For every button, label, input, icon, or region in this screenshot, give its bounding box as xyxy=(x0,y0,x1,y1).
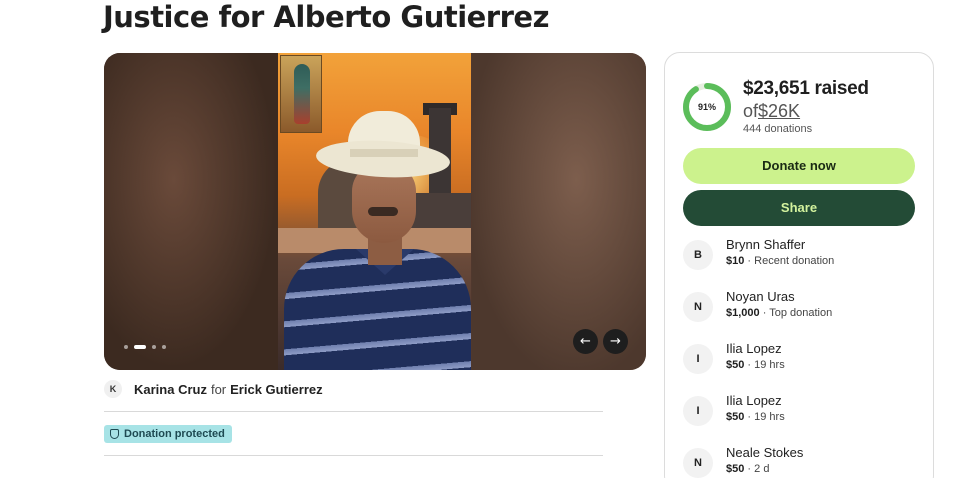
donation-protected-badge[interactable]: Donation protected xyxy=(104,425,232,443)
donation-note: 2 d xyxy=(754,463,770,475)
donor-avatar: I xyxy=(683,344,713,374)
donate-now-button[interactable]: Donate now xyxy=(683,148,915,184)
donor-name: Noyan Uras xyxy=(726,289,795,304)
divider xyxy=(104,411,603,412)
donation-amount: $10 xyxy=(726,255,745,267)
donation-list-item: B Brynn Shaffer $10 · Recent donation xyxy=(683,236,834,270)
shield-icon xyxy=(110,429,119,439)
carousel-dot-active[interactable] xyxy=(134,345,146,349)
donation-sidebar: 91% $23,651 raised of$26K 444 donations … xyxy=(664,52,934,478)
donation-list-item: N Noyan Uras $1,000 · Top donation xyxy=(683,288,832,322)
donor-avatar: N xyxy=(683,448,713,478)
photo-blur-background-left xyxy=(104,53,278,370)
carousel-dot[interactable] xyxy=(152,345,156,349)
goal-prefix: of xyxy=(743,101,759,121)
carousel-prev-button[interactable]: ← xyxy=(573,329,598,354)
arrow-right-icon: → xyxy=(610,334,621,349)
donor-name: Neale Stokes xyxy=(726,445,804,460)
donation-amount: $50 xyxy=(726,359,745,371)
donor-avatar: I xyxy=(683,396,713,426)
goal-amount[interactable]: $26K xyxy=(758,101,800,121)
donation-note: 19 hrs xyxy=(754,411,785,423)
donor-avatar: B xyxy=(683,240,713,270)
donation-count[interactable]: 444 donations xyxy=(743,123,812,135)
donor-name: Brynn Shaffer xyxy=(726,237,806,252)
page-title: Justice for Alberto Gutierrez xyxy=(103,0,549,34)
progress-percent: 91% xyxy=(697,102,716,112)
carousel-dot[interactable] xyxy=(162,345,166,349)
amount-raised: $23,651 raised xyxy=(743,78,869,99)
beneficiary-name[interactable]: Erick Gutierrez xyxy=(230,382,323,397)
photo-carousel[interactable]: ← → xyxy=(104,53,646,370)
photo-blur-background-right xyxy=(472,53,646,370)
donation-note: Top donation xyxy=(769,307,833,319)
donor-name: Ilia Lopez xyxy=(726,341,782,356)
donation-note: Recent donation xyxy=(754,255,835,267)
organizer-name[interactable]: Karina Cruz xyxy=(134,382,207,397)
donation-amount: $50 xyxy=(726,411,745,423)
donation-note: 19 hrs xyxy=(754,359,785,371)
badge-label: Donation protected xyxy=(124,428,225,440)
carousel-indicators xyxy=(124,345,166,349)
donation-list-item: I Ilia Lopez $50 · 19 hrs xyxy=(683,340,785,374)
donation-list-item: N Neale Stokes $50 · 2 d xyxy=(683,444,803,478)
arrow-left-icon: ← xyxy=(580,334,591,349)
campaign-photo xyxy=(278,53,471,370)
organizer-for-text: for xyxy=(210,381,227,397)
organizer-line: K Karina Cruz for Erick Gutierrez xyxy=(104,380,323,398)
divider xyxy=(104,455,603,456)
donation-list-item: I Ilia Lopez $50 · 19 hrs xyxy=(683,392,785,426)
donation-amount: $1,000 xyxy=(726,307,760,319)
donor-name: Ilia Lopez xyxy=(726,393,782,408)
goal-line: of$26K xyxy=(743,101,800,122)
share-button[interactable]: Share xyxy=(683,190,915,226)
organizer-avatar[interactable]: K xyxy=(104,380,122,398)
donor-avatar: N xyxy=(683,292,713,322)
donation-amount: $50 xyxy=(726,463,745,475)
carousel-dot[interactable] xyxy=(124,345,128,349)
carousel-next-button[interactable]: → xyxy=(603,329,628,354)
religious-image xyxy=(280,55,322,133)
